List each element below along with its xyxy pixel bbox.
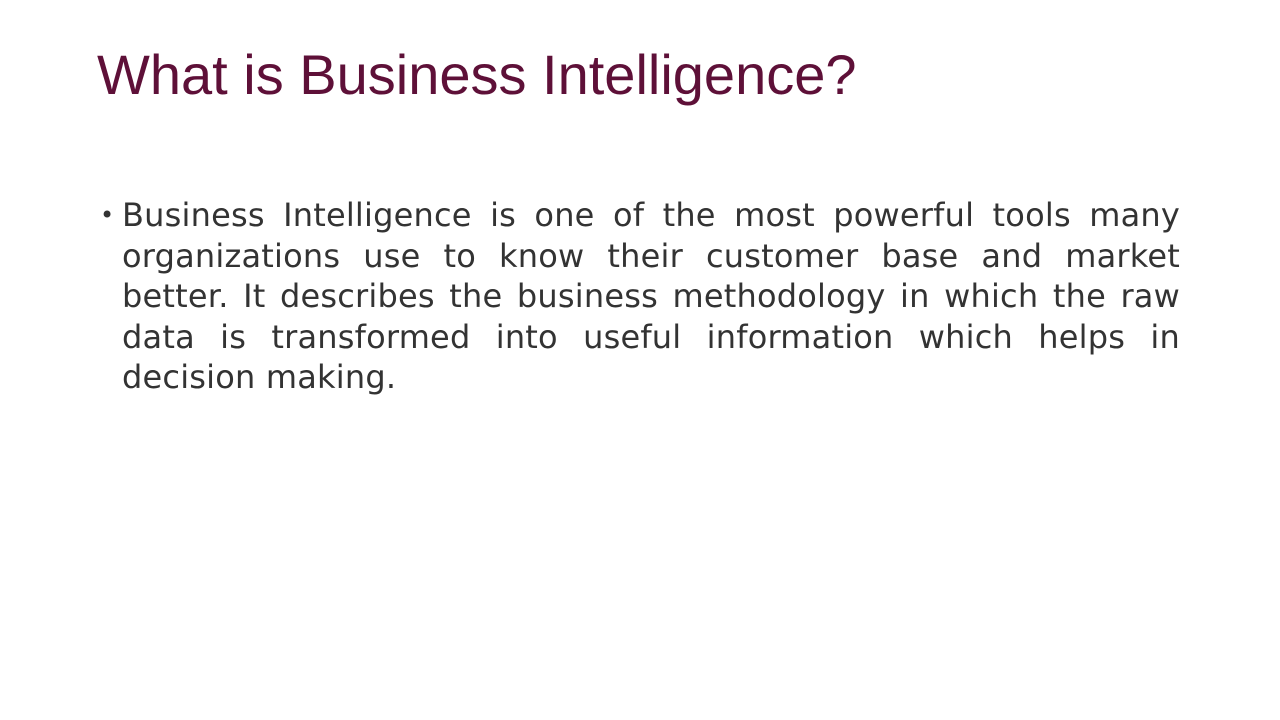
bullet-text: Business Intelligence is one of the most… (122, 196, 1180, 396)
slide-title: What is Business Intelligence? (97, 43, 857, 106)
slide: What is Business Intelligence? • Busines… (0, 0, 1280, 720)
bullet-item: • Business Intelligence is one of the mo… (100, 195, 1180, 398)
bullet-dot-icon: • (100, 201, 115, 229)
bullet-list: • Business Intelligence is one of the mo… (100, 195, 1180, 398)
